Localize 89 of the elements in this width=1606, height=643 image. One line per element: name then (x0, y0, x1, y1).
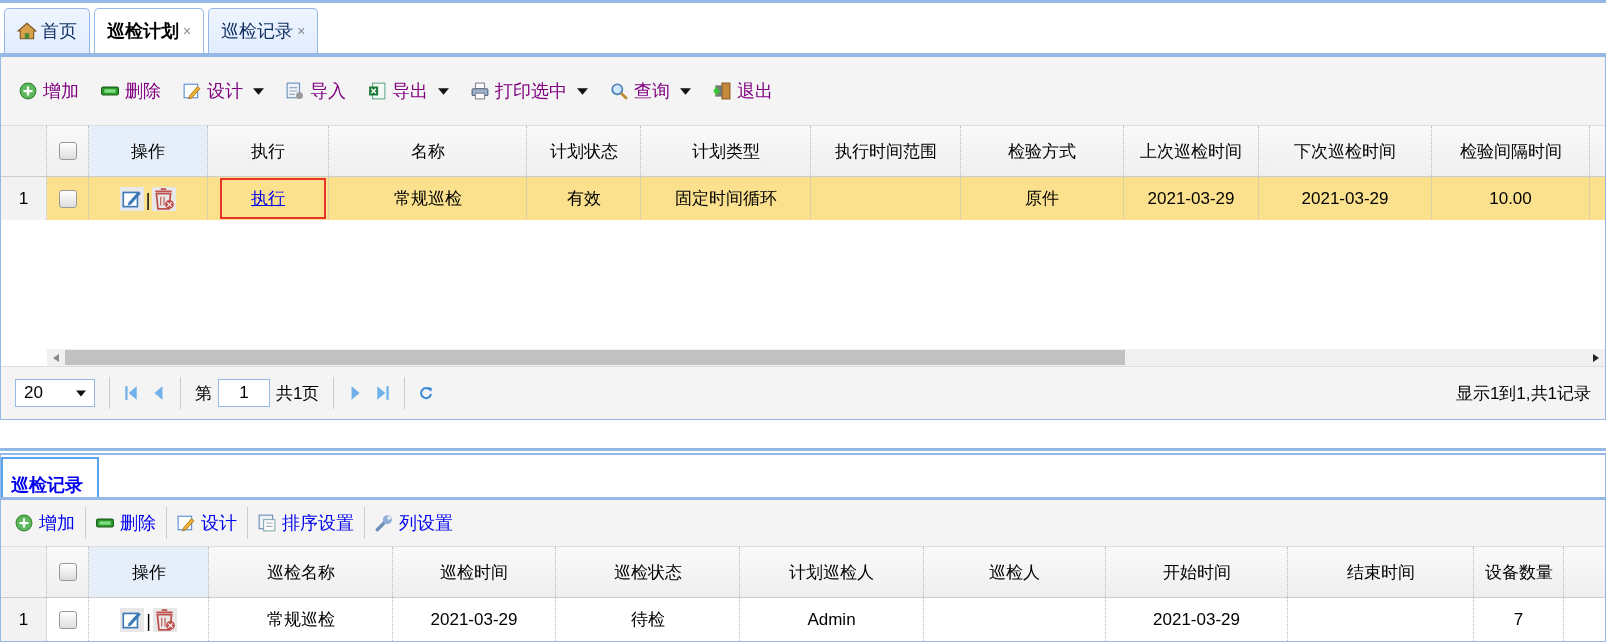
column-header: 计划巡检人 (740, 547, 924, 597)
page-label: 第 (195, 382, 212, 405)
column-header: 计划类型 (641, 126, 811, 176)
toolbar-button[interactable]: 打印选中 (465, 75, 594, 107)
tab[interactable]: 巡检记录 (1, 457, 99, 497)
home-icon (17, 22, 37, 40)
add-icon (15, 514, 33, 532)
scroll-right-icon[interactable] (1593, 353, 1599, 362)
column-header: 执行 (208, 126, 329, 176)
table-cell: 常规巡检 (209, 598, 393, 641)
edit-form-icon (183, 82, 201, 100)
toolbar-button[interactable]: 删除 (90, 507, 162, 539)
trash-icon[interactable] (152, 607, 177, 632)
printer-icon (471, 82, 489, 100)
column-header: 名称 (329, 126, 527, 176)
page-total: 共1页 (276, 382, 320, 405)
action-separator: | (146, 610, 151, 632)
toolbar-button[interactable]: 退出 (707, 75, 779, 107)
row-number: 1 (1, 598, 47, 641)
edit-icon[interactable] (120, 607, 145, 632)
toolbar-button[interactable]: 删除 (95, 75, 167, 107)
table-cell: 待检 (556, 598, 740, 641)
excel-file-icon (368, 82, 386, 100)
tab[interactable]: 巡检记录 × (208, 8, 319, 53)
edit-icon[interactable] (119, 186, 144, 211)
column-header: 巡检状态 (556, 547, 740, 597)
tab[interactable]: 巡检计划 × (94, 8, 205, 53)
table-cell: 10.00 (1432, 177, 1590, 220)
spreadsheet-gear-icon (286, 82, 304, 100)
trash-icon[interactable] (152, 186, 177, 211)
table-cell: 常规巡检 (329, 177, 527, 220)
table-row[interactable]: 1 | 常规巡检 2021-03-29 待检 Admin 2021-03-29 7 (1, 598, 1605, 641)
column-header: 计划状态 (527, 126, 641, 176)
select-all-checkbox[interactable] (58, 142, 77, 160)
column-header: 检验方式 (961, 126, 1124, 176)
wrench-icon (375, 514, 393, 532)
toolbar-button[interactable]: 导出 (362, 75, 455, 107)
toolbar-button[interactable]: 导入 (280, 75, 352, 107)
row-checkbox[interactable] (58, 189, 77, 208)
scroll-left-icon[interactable] (53, 353, 59, 362)
first-page-icon[interactable] (124, 385, 138, 401)
page-number-field[interactable]: 1 (218, 379, 270, 407)
toolbar-button[interactable]: 列设置 (369, 507, 459, 539)
table-cell: Admin (740, 598, 924, 641)
column-header: 操作 (89, 126, 208, 176)
column-header: 巡检时间 (393, 547, 556, 597)
column-header: 上次巡检时间 (1124, 126, 1259, 176)
tab[interactable]: 首页 (4, 8, 90, 53)
table-cell: 7 (1474, 598, 1564, 641)
column-header: 下次巡检时间 (1259, 126, 1432, 176)
column-header: 巡检名称 (209, 547, 393, 597)
action-separator: | (145, 189, 151, 211)
toolbar-button[interactable]: 设计 (171, 507, 243, 539)
toolbar-button[interactable]: 查询 (604, 75, 697, 107)
toolbar-button[interactable]: 设计 (177, 75, 270, 107)
toolbar-button[interactable]: 排序设置 (252, 507, 360, 539)
column-header: 操作 (89, 547, 209, 597)
column-header: 开始时间 (1106, 547, 1288, 597)
select-all-checkbox[interactable] (58, 563, 77, 581)
record-summary: 显示1到1,共1记录 (1455, 382, 1591, 405)
table-cell: 固定时间循环 (641, 177, 811, 220)
page-size-select[interactable]: 20 (15, 379, 95, 407)
column-header: 结束时间 (1288, 547, 1474, 597)
horizontal-scrollbar[interactable] (47, 349, 1605, 366)
table-cell: 2021-03-29 (1106, 598, 1288, 641)
toolbar-button[interactable]: 增加 (13, 75, 85, 107)
column-header: 执行时间范围 (811, 126, 961, 176)
toolbar-button[interactable]: 增加 (9, 507, 81, 539)
caret-icon (76, 389, 86, 397)
refresh-icon[interactable] (419, 385, 434, 401)
execute-link[interactable]: 执行 (251, 187, 285, 210)
table-cell: 原件 (961, 177, 1124, 220)
table-cell: 2021-03-29 (393, 598, 556, 641)
column-header: 设备数量 (1474, 547, 1564, 597)
last-page-icon[interactable] (376, 385, 391, 401)
table-cell: 2021-03-29 (1259, 177, 1432, 220)
window-list-icon (258, 514, 276, 532)
column-header: 巡检人 (924, 547, 1106, 597)
table-cell: 2021-03-29 (1124, 177, 1259, 220)
add-icon (19, 82, 37, 100)
table-row[interactable]: 1 | 执行 常规巡检 有效 固定时间循环 原件 2021-03-29 2021-03-29 10.00 (1, 177, 1605, 220)
door-exit-icon (713, 82, 731, 100)
close-icon[interactable]: × (183, 23, 192, 39)
row-checkbox[interactable] (58, 610, 77, 629)
edit-form-icon (177, 514, 195, 532)
table-cell: 有效 (527, 177, 641, 220)
search-icon (610, 82, 628, 100)
column-header: 检验间隔时间 (1432, 126, 1590, 176)
row-number: 1 (1, 177, 47, 220)
